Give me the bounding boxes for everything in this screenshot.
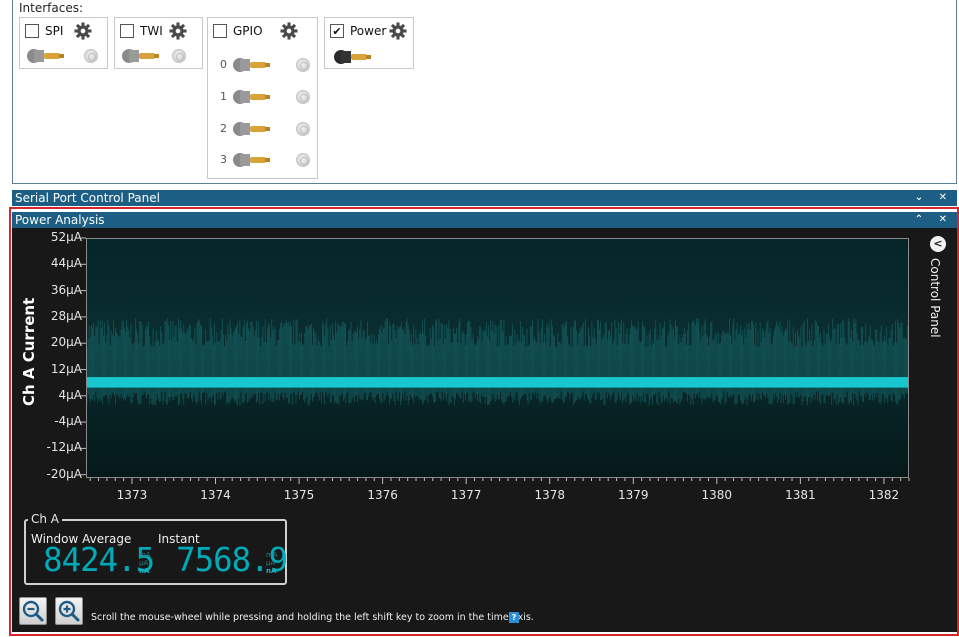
y-tick-label: 20µA [50, 335, 82, 350]
current-plot-area[interactable] [86, 238, 909, 478]
serial-port-panel-title: Serial Port Control Panel [15, 191, 160, 205]
unit-label: nA [266, 567, 277, 575]
gpio-pin0-plug-icon [233, 58, 270, 72]
x-tick-label: 1381 [785, 488, 816, 502]
y-tick-label: 12µA [50, 361, 82, 376]
twi-gear-icon[interactable] [169, 22, 187, 40]
gpio-pin3-led [296, 153, 310, 167]
instant-units: mA µA nA [266, 552, 280, 576]
gpio-pin2-plug-icon [233, 122, 270, 136]
x-tick-label: 1376 [367, 488, 398, 502]
control-panel-expand-icon[interactable]: < [930, 236, 946, 252]
x-tick-label: 1373 [116, 488, 148, 502]
zoom-in-button[interactable] [55, 597, 83, 625]
twi-plug-icon [122, 49, 159, 63]
power-interface: ✔ Power [324, 17, 414, 69]
window-average-units: mA µA nA [139, 552, 153, 576]
gpio-pin-label: 1 [220, 90, 227, 103]
x-tick-label: 1382 [868, 488, 900, 502]
power-plug-icon [334, 50, 371, 64]
twi-status-led [172, 49, 186, 63]
serial-port-panel-header[interactable]: Serial Port Control Panel ⌄ ✕ [12, 190, 957, 206]
spi-plug-icon [27, 49, 64, 63]
control-panel-toggle[interactable]: < Control Panel [924, 236, 952, 436]
unit-label: µA [139, 559, 149, 567]
current-baseline-band [87, 377, 908, 388]
gpio-pin0-led [296, 58, 310, 72]
x-tick-label: 1375 [283, 488, 315, 502]
gpio-pin1-led [296, 90, 310, 104]
twi-checkbox[interactable] [120, 24, 134, 38]
window-average-value: 8424.5 [43, 540, 155, 579]
y-tick-label: -12µA [46, 440, 82, 455]
zoom-out-icon [22, 600, 44, 622]
y-tick-label: 4µA [58, 387, 82, 402]
current-plot-svg [87, 317, 908, 406]
spi-status-led [84, 49, 98, 63]
power-analysis-title: Power Analysis [15, 213, 105, 227]
gpio-pin-label: 3 [220, 153, 227, 166]
spi-checkbox[interactable] [25, 24, 39, 38]
unit-label: nA [139, 567, 150, 575]
power-checkbox[interactable]: ✔ [330, 24, 344, 38]
twi-interface: TWI [114, 17, 203, 69]
gpio-pin-label: 0 [220, 58, 227, 71]
x-tick-label: 1378 [534, 488, 565, 502]
gpio-label: GPIO [233, 24, 263, 38]
power-analysis-header[interactable]: Power Analysis ⌃ ✕ [12, 212, 957, 228]
gpio-pin2-led [296, 122, 310, 136]
gpio-gear-icon[interactable] [280, 22, 298, 40]
app-root: Interfaces: SPI TWI GPIO 0 1 2 3 ✔ Power… [0, 0, 959, 637]
gpio-pin1-plug-icon [233, 90, 270, 104]
power-analysis-controls[interactable]: ⌃ ✕ [915, 212, 953, 228]
spi-label: SPI [45, 24, 64, 38]
gpio-interface: GPIO 0 1 2 3 [207, 17, 318, 179]
power-label: Power [350, 24, 387, 38]
y-tick-label: -20µA [46, 466, 82, 481]
y-tick-label: 44µA [50, 256, 82, 271]
y-tick-label: 52µA [50, 230, 82, 244]
current-spikes-trace [87, 317, 908, 406]
y-tick-label: 36µA [50, 282, 82, 297]
gpio-pin3-plug-icon [233, 153, 270, 167]
zoom-in-icon [58, 600, 80, 622]
unit-label: mA [139, 551, 151, 559]
y-tick-label: -4µA [54, 414, 82, 429]
control-panel-label: Control Panel [928, 258, 942, 338]
unit-label: µA [266, 559, 276, 567]
help-icon[interactable]: ? [509, 612, 519, 623]
interfaces-panel: Interfaces: SPI TWI GPIO 0 1 2 3 ✔ Power [12, 0, 957, 184]
spi-interface: SPI [19, 17, 108, 69]
y-tick-label: 28µA [50, 308, 82, 323]
zoom-out-button[interactable] [19, 597, 47, 625]
gpio-checkbox[interactable] [213, 24, 227, 38]
cha-title: Ch A [28, 512, 63, 526]
x-tick-label: 1379 [617, 488, 649, 502]
spi-gear-icon[interactable] [74, 22, 92, 40]
x-tick-label: 1377 [450, 488, 482, 502]
interfaces-label: Interfaces: [19, 1, 84, 15]
unit-label: mA [266, 551, 278, 559]
gpio-pin-label: 2 [220, 122, 227, 135]
twi-label: TWI [140, 24, 163, 38]
x-tick-label: 1374 [200, 488, 231, 502]
power-gear-icon[interactable] [389, 22, 407, 40]
zoom-hint-text: Scroll the mouse-wheel while pressing an… [91, 612, 534, 623]
x-tick-label: 1380 [701, 488, 733, 502]
serial-port-panel-controls[interactable]: ⌄ ✕ [915, 190, 953, 206]
